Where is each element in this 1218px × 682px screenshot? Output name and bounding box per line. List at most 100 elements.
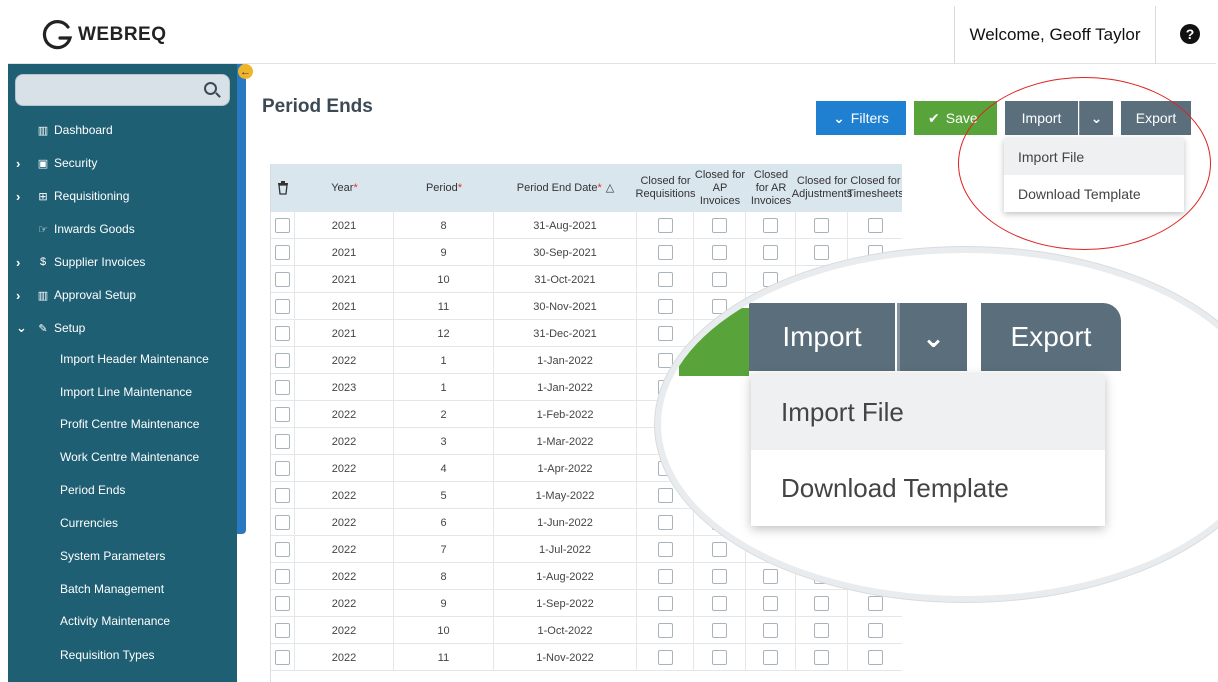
closed-ap-checkbox[interactable] [712, 623, 727, 638]
closed-ar-checkbox[interactable] [763, 596, 778, 611]
cell-period[interactable]: 12 [394, 320, 494, 347]
cell-period-end-date[interactable]: 1-Jan-2022 [494, 347, 637, 374]
cell-period-end-date[interactable]: 31-Oct-2021 [494, 266, 637, 293]
cell-period[interactable]: 7 [394, 536, 494, 563]
closed-adjustments-checkbox[interactable] [814, 245, 829, 260]
cell-period[interactable]: 8 [394, 563, 494, 590]
closed-timesheets-checkbox[interactable] [867, 650, 883, 665]
cell-period-end-date[interactable]: 30-Nov-2021 [494, 293, 637, 320]
sidebar-item-work-centre-maintenance[interactable]: Work Centre Maintenance [60, 450, 199, 464]
column-header-year[interactable]: Year * [295, 164, 394, 212]
closed-ar-checkbox[interactable] [763, 245, 778, 260]
row-select-checkbox[interactable] [275, 326, 290, 341]
cell-year[interactable]: 2022 [295, 536, 394, 563]
closed-requisitions-checkbox[interactable] [657, 542, 673, 557]
column-header-closed-timesheets[interactable]: Closed for Timesheets [847, 164, 902, 212]
cell-year[interactable]: 2021 [295, 239, 394, 266]
cell-period[interactable]: 10 [394, 266, 494, 293]
table-row[interactable]: 2021 9 30-Sep-2021 [271, 239, 902, 266]
row-select-checkbox[interactable] [275, 272, 290, 287]
cell-period-end-date[interactable]: 1-Apr-2022 [494, 455, 637, 482]
table-row[interactable]: 2022 11 1-Nov-2022 [271, 644, 902, 671]
row-select-checkbox[interactable] [275, 299, 290, 314]
row-select-checkbox[interactable] [275, 569, 290, 584]
row-select-checkbox[interactable] [275, 461, 290, 476]
sidebar-item-dashboard[interactable]: ▥ Dashboard [8, 117, 237, 143]
cell-period[interactable]: 9 [394, 590, 494, 617]
sidebar-item-approval-setup[interactable]: › ▥ Approval Setup [8, 282, 237, 308]
cell-period-end-date[interactable]: 1-Mar-2022 [494, 428, 637, 455]
question-circle-icon[interactable]: ? [1180, 24, 1200, 44]
cell-period[interactable]: 11 [394, 644, 494, 671]
row-select-checkbox[interactable] [275, 650, 290, 665]
cell-period[interactable]: 3 [394, 428, 494, 455]
cell-period-end-date[interactable]: 30-Sep-2021 [494, 239, 637, 266]
sidebar-item-setup[interactable]: ⌄ ✎ Setup [8, 315, 237, 341]
column-header-closed-ap[interactable]: Closed for AP Invoices [694, 164, 746, 212]
column-header-period[interactable]: Period * [394, 164, 494, 212]
sidebar-item-import-header-maintenance[interactable]: Import Header Maintenance [60, 352, 209, 366]
closed-requisitions-checkbox[interactable] [657, 353, 673, 368]
closed-adjustments-checkbox[interactable] [814, 650, 829, 665]
closed-adjustments-checkbox[interactable] [814, 623, 829, 638]
closed-adjustments-checkbox[interactable] [814, 596, 829, 611]
column-header-period-end-date[interactable]: Period End Date * △ [494, 164, 637, 212]
closed-ap-checkbox[interactable] [712, 596, 727, 611]
closed-requisitions-checkbox[interactable] [657, 326, 673, 341]
closed-ap-checkbox[interactable] [712, 272, 727, 287]
closed-ap-checkbox[interactable] [712, 650, 727, 665]
cell-period[interactable]: 1 [394, 374, 494, 401]
sidebar-item-requisitioning[interactable]: › ⊞ Requisitioning [8, 183, 237, 209]
cell-period[interactable]: 9 [394, 239, 494, 266]
closed-requisitions-checkbox[interactable] [657, 596, 673, 611]
closed-ar-checkbox[interactable] [763, 218, 778, 233]
sidebar-item-security[interactable]: › ▣ Security [8, 150, 237, 176]
row-select-checkbox[interactable] [275, 353, 290, 368]
sidebar-item-import-line-maintenance[interactable]: Import Line Maintenance [60, 385, 192, 399]
row-select-checkbox[interactable] [275, 623, 290, 638]
cell-year[interactable]: 2022 [295, 428, 394, 455]
row-select-checkbox[interactable] [275, 488, 290, 503]
cell-period[interactable]: 6 [394, 509, 494, 536]
closed-requisitions-checkbox[interactable] [657, 488, 673, 503]
table-row[interactable]: 2021 8 31-Aug-2021 [271, 212, 902, 239]
sidebar-item-requisition-types[interactable]: Requisition Types [60, 648, 155, 662]
welcome-user[interactable]: Welcome, Geoff Taylor [954, 6, 1156, 64]
sidebar-item-inwards-goods[interactable]: ☞ Inwards Goods [8, 216, 237, 242]
sidebar-item-batch-management[interactable]: Batch Management [60, 582, 164, 596]
closed-requisitions-checkbox[interactable] [657, 245, 673, 260]
sidebar-item-period-ends[interactable]: Period Ends [60, 483, 125, 497]
row-select-checkbox[interactable] [275, 407, 290, 422]
closed-ap-checkbox[interactable] [712, 218, 727, 233]
cell-period-end-date[interactable]: 1-Nov-2022 [494, 644, 637, 671]
closed-requisitions-checkbox[interactable] [657, 218, 673, 233]
closed-requisitions-checkbox[interactable] [657, 650, 673, 665]
closed-requisitions-checkbox[interactable] [657, 299, 673, 314]
cell-year[interactable]: 2022 [295, 644, 394, 671]
cell-year[interactable]: 2023 [295, 374, 394, 401]
column-header-closed-requisitions[interactable]: Closed for Requisitions [636, 164, 696, 212]
cell-year[interactable]: 2022 [295, 401, 394, 428]
sidebar-item-system-parameters[interactable]: System Parameters [60, 549, 165, 563]
cell-period[interactable]: 2 [394, 401, 494, 428]
trash-icon[interactable] [271, 164, 295, 212]
closed-requisitions-checkbox[interactable] [657, 515, 673, 530]
sidebar-item-currencies[interactable]: Currencies [60, 516, 118, 530]
closed-ap-checkbox[interactable] [712, 569, 727, 584]
sidebar-search-input[interactable] [15, 74, 230, 106]
table-row[interactable]: 2022 9 1-Sep-2022 [271, 590, 902, 617]
row-select-checkbox[interactable] [275, 434, 290, 449]
cell-period[interactable]: 4 [394, 455, 494, 482]
cell-year[interactable]: 2021 [295, 266, 394, 293]
row-select-checkbox[interactable] [275, 218, 290, 233]
sidebar-item-supplier-invoices[interactable]: › $ Supplier Invoices [8, 249, 237, 275]
cell-period[interactable]: 1 [394, 347, 494, 374]
cell-period-end-date[interactable]: 1-Jul-2022 [494, 536, 637, 563]
closed-requisitions-checkbox[interactable] [657, 569, 673, 584]
collapse-sidebar-icon[interactable]: ← [238, 64, 253, 79]
cell-period[interactable]: 11 [394, 293, 494, 320]
cell-year[interactable]: 2022 [295, 590, 394, 617]
column-header-closed-adjustments[interactable]: Closed for Adjustments [792, 164, 853, 212]
cell-year[interactable]: 2022 [295, 482, 394, 509]
sidebar-item-profit-centre-maintenance[interactable]: Profit Centre Maintenance [60, 417, 199, 431]
